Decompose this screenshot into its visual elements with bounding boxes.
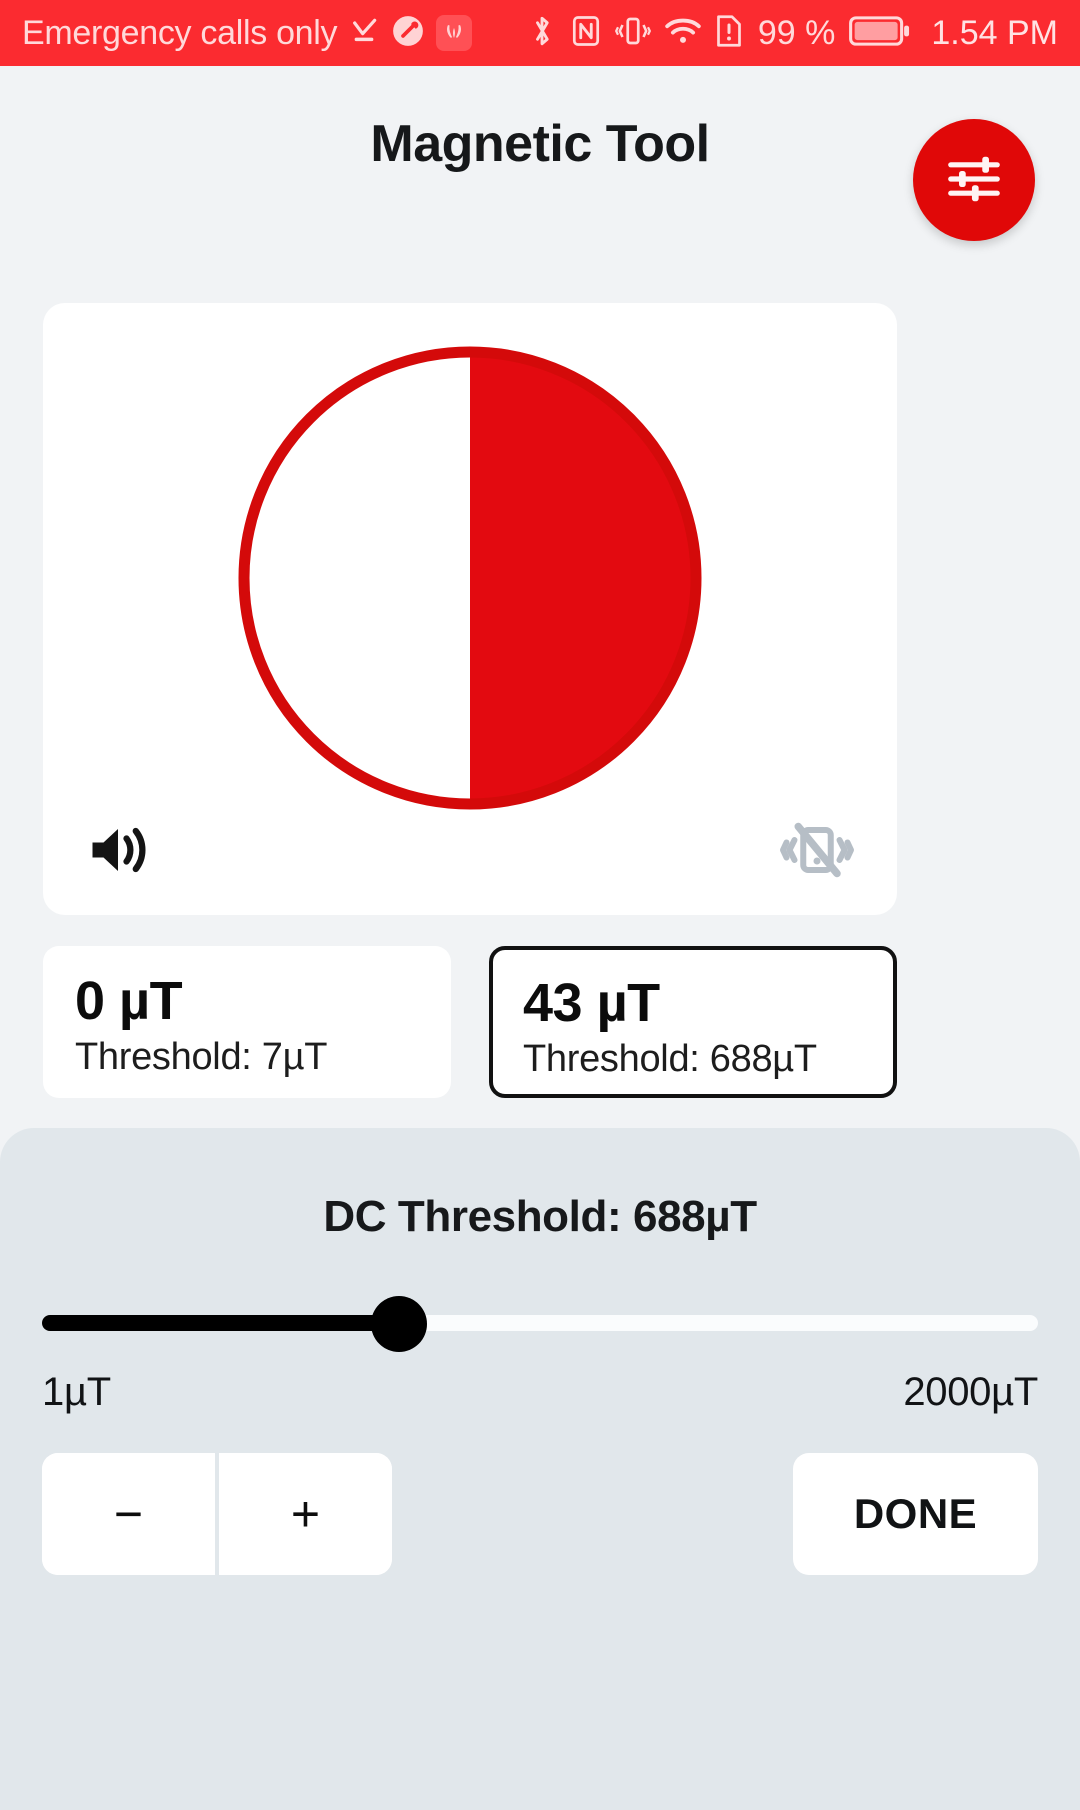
ac-reading-card[interactable]: 0 µT Threshold: 7µT — [43, 946, 451, 1098]
threshold-panel: DC Threshold: 688µT 1µT 2000µT − + DONE — [0, 1128, 1080, 1810]
dc-reading-value: 43 µT — [523, 973, 660, 1033]
download-complete-icon — [348, 15, 380, 52]
slider-range-labels: 1µT 2000µT — [42, 1370, 1038, 1415]
sound-toggle-button[interactable] — [85, 820, 155, 883]
dc-reading-card[interactable]: 43 µT Threshold: 688µT — [489, 946, 897, 1098]
readings-row: 0 µT Threshold: 7µT 43 µT Threshold: 688… — [43, 946, 897, 1098]
huawei-logo-icon — [436, 15, 473, 51]
speaker-on-icon — [85, 827, 155, 883]
clock-label: 1.54 PM — [931, 13, 1058, 52]
status-bar: Emergency calls only 99 % 1.54 PM — [0, 0, 1080, 66]
gauge-card — [43, 303, 897, 915]
battery-percent-label: 99 % — [757, 13, 836, 52]
threshold-panel-title: DC Threshold: 688µT — [323, 1192, 757, 1241]
settings-button[interactable] — [913, 119, 1035, 241]
do-not-disturb-icon — [391, 14, 425, 53]
slider-fill — [42, 1315, 399, 1331]
threshold-button-row: − + DONE — [42, 1453, 1038, 1575]
ac-reading-threshold: Threshold: 7µT — [75, 1035, 328, 1078]
decrement-button[interactable]: − — [42, 1453, 215, 1575]
dc-reading-threshold: Threshold: 688µT — [523, 1037, 817, 1080]
slider-thumb[interactable] — [370, 1296, 427, 1352]
vibrate-off-icon — [779, 822, 855, 883]
battery-icon — [848, 14, 912, 53]
status-bar-right: 99 % 1.54 PM — [527, 13, 1058, 54]
nfc-icon — [570, 13, 602, 54]
increment-button[interactable]: + — [219, 1453, 392, 1575]
wifi-icon — [664, 15, 702, 52]
threshold-slider[interactable] — [42, 1296, 1038, 1352]
magnetic-gauge — [43, 343, 897, 813]
gauge-toggle-row — [85, 820, 855, 883]
vibrate-icon — [614, 14, 651, 53]
sim-alert-icon — [715, 13, 743, 54]
bluetooth-icon — [527, 13, 557, 54]
carrier-label: Emergency calls only — [22, 13, 338, 52]
slider-max-label: 2000µT — [903, 1370, 1038, 1414]
slider-min-label: 1µT — [42, 1370, 111, 1414]
done-button[interactable]: DONE — [793, 1453, 1038, 1575]
ac-reading-value: 0 µT — [75, 971, 183, 1031]
threshold-stepper: − + — [42, 1453, 392, 1575]
app-header: Magnetic Tool — [0, 66, 1080, 256]
vibrate-toggle-button[interactable] — [779, 820, 855, 883]
status-bar-left: Emergency calls only — [22, 13, 473, 53]
tuner-sliders-icon — [943, 148, 1005, 213]
